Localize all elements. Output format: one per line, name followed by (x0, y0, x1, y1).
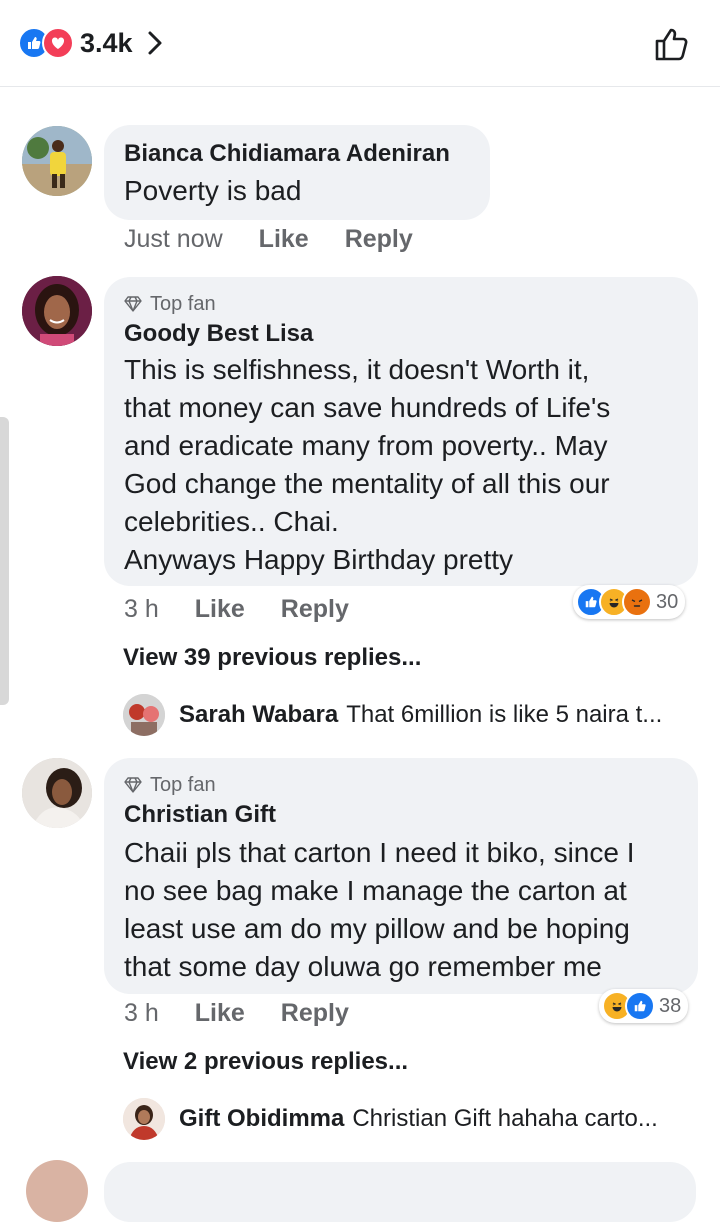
reply-author: Gift Obidimma (179, 1105, 345, 1132)
badge-label: Top fan (150, 773, 216, 796)
comment-text: Poverty is bad (124, 175, 302, 206)
comment-bubble: Bianca Chidiamara Adeniran Poverty is ba… (104, 125, 490, 220)
top-fan-badge: Top fan (124, 292, 216, 316)
comment-text: This is selfishness, it doesn't Worth it… (124, 351, 610, 579)
comment-line: that money can save hundreds of Life's (124, 392, 611, 423)
like-icon (625, 991, 655, 1021)
reaction-count: 30 (656, 590, 679, 613)
thumbs-up-icon[interactable] (650, 22, 694, 66)
love-icon (42, 27, 74, 59)
diamond-icon (124, 777, 142, 793)
comment-author[interactable]: Bianca Chidiamara Adeniran (124, 140, 450, 168)
reply-text: That 6million is like 5 naira t... (346, 701, 663, 728)
chevron-right-icon (147, 30, 163, 56)
reactions-header: 3.4k (0, 0, 720, 87)
reply-button[interactable]: Reply (281, 999, 349, 1028)
comment-actions: 3 h Like Reply (124, 595, 349, 624)
comment-bubble: Top fan Goody Best Lisa This is selfishn… (104, 277, 698, 586)
badge-label: Top fan (150, 292, 216, 315)
comment-actions: 3 h Like Reply (124, 999, 349, 1028)
angry-icon (622, 587, 652, 617)
comment-reactions[interactable]: 30 (573, 585, 686, 619)
comment-bubble (104, 1162, 696, 1222)
like-button[interactable]: Like (195, 595, 245, 624)
comment-timestamp[interactable]: 3 h (124, 999, 159, 1028)
reaction-count: 3.4k (80, 27, 133, 58)
comment-text: Chaii pls that carton I need it biko, si… (124, 834, 635, 986)
avatar[interactable] (22, 276, 92, 346)
comment-timestamp[interactable]: 3 h (124, 595, 159, 624)
avatar[interactable] (22, 758, 92, 828)
comment-line: Chaii pls that carton I need it biko, si… (124, 837, 635, 868)
avatar (123, 694, 165, 736)
comment-line: celebrities.. Chai. (124, 506, 339, 537)
comment-actions: Just now Like Reply (124, 225, 413, 254)
top-fan-badge: Top fan (124, 773, 216, 797)
reply-author: Sarah Wabara (179, 701, 339, 728)
comment-bubble: Top fan Christian Gift Chaii pls that ca… (104, 758, 698, 994)
reply-text: Christian Gift hahaha carto... (352, 1105, 658, 1132)
diamond-icon (124, 296, 142, 312)
reply-button[interactable]: Reply (345, 225, 413, 254)
like-button[interactable]: Like (195, 999, 245, 1028)
comment-author[interactable]: Goody Best Lisa (124, 320, 313, 348)
reaction-summary-button[interactable]: 3.4k (18, 26, 163, 60)
scroll-handle[interactable] (0, 417, 9, 705)
view-previous-replies[interactable]: View 2 previous replies... (123, 1048, 408, 1076)
comment-line: and eradicate many from poverty.. May (124, 430, 608, 461)
reaction-icons (18, 27, 74, 59)
comment-line: Anyways Happy Birthday pretty (124, 544, 514, 575)
comment-line: no see bag make I manage the carton at (124, 875, 627, 906)
comment-line: least use am do my pillow and be hoping (124, 913, 630, 944)
comment-author[interactable]: Christian Gift (124, 801, 276, 829)
like-button[interactable]: Like (259, 225, 309, 254)
comment-timestamp[interactable]: Just now (124, 225, 223, 254)
avatar[interactable] (22, 126, 92, 196)
comment-line: God change the mentality of all this our (124, 468, 610, 499)
avatar[interactable] (26, 1160, 88, 1222)
view-previous-replies[interactable]: View 39 previous replies... (123, 644, 421, 672)
reply-button[interactable]: Reply (281, 595, 349, 624)
reply-preview[interactable]: Sarah Wabara That 6million is like 5 nai… (123, 694, 662, 736)
reply-preview[interactable]: Gift Obidimma Christian Gift hahaha cart… (123, 1098, 658, 1140)
reaction-count: 38 (659, 994, 682, 1017)
comment-line: This is selfishness, it doesn't Worth it… (124, 354, 590, 385)
comment-reactions[interactable]: 38 (599, 989, 689, 1023)
avatar (123, 1098, 165, 1140)
comment-line: that some day oluwa go remember me (124, 951, 602, 982)
